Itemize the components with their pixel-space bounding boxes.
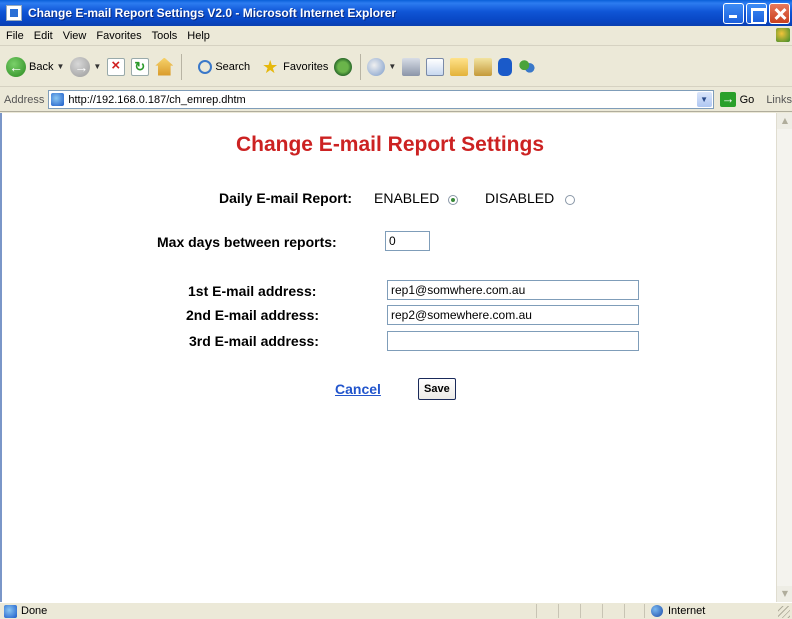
status-panel bbox=[602, 604, 624, 618]
back-label: Back bbox=[29, 60, 54, 73]
search-icon bbox=[198, 59, 213, 74]
page-content: Change E-mail Report Settings Daily E-ma… bbox=[0, 113, 776, 602]
status-panel bbox=[536, 604, 558, 618]
address-bar: Address http://192.168.0.187/ch_emrep.dh… bbox=[0, 88, 792, 112]
menu-favorites[interactable]: Favorites bbox=[91, 30, 146, 42]
messenger-icon[interactable] bbox=[518, 57, 537, 76]
enabled-label: ENABLED bbox=[374, 190, 440, 206]
security-zone: Internet bbox=[644, 604, 705, 618]
enabled-radio[interactable] bbox=[448, 195, 458, 205]
status-panels bbox=[536, 604, 646, 618]
menu-help[interactable]: Help bbox=[182, 30, 215, 42]
status-page-icon bbox=[4, 604, 17, 618]
window-controls bbox=[723, 3, 790, 24]
window-title: Change E-mail Report Settings V2.0 - Mic… bbox=[28, 6, 397, 20]
address-url[interactable]: http://192.168.0.187/ch_emrep.dhtm bbox=[68, 94, 245, 106]
minimize-button[interactable] bbox=[723, 3, 744, 24]
email-1-label: 1st E-mail address: bbox=[188, 283, 317, 299]
print-icon[interactable] bbox=[402, 57, 421, 76]
internet-globe-icon bbox=[651, 605, 663, 617]
browser-window: Change E-mail Report Settings V2.0 - Mic… bbox=[0, 0, 792, 619]
maximize-button[interactable] bbox=[746, 3, 767, 24]
stop-icon[interactable] bbox=[107, 57, 126, 76]
forward-dropdown-icon[interactable]: ▼ bbox=[93, 62, 101, 71]
status-panel bbox=[624, 604, 646, 618]
email-3-label: 3rd E-mail address: bbox=[189, 333, 319, 349]
edit-icon[interactable] bbox=[426, 57, 445, 76]
title-bar: Change E-mail Report Settings V2.0 - Mic… bbox=[0, 0, 792, 26]
cancel-link[interactable]: Cancel bbox=[335, 381, 381, 397]
max-days-label: Max days between reports: bbox=[157, 234, 337, 250]
email-3-input[interactable] bbox=[387, 331, 639, 351]
toolbar-separator bbox=[181, 53, 183, 80]
save-button[interactable]: Save bbox=[418, 378, 456, 400]
disabled-label: DISABLED bbox=[485, 190, 555, 206]
email-2-label: 2nd E-mail address: bbox=[186, 307, 320, 323]
back-dropdown-icon[interactable]: ▼ bbox=[56, 62, 64, 71]
refresh-icon[interactable] bbox=[131, 57, 150, 76]
scroll-up-icon[interactable]: ▲ bbox=[777, 113, 792, 129]
page-title: Change E-mail Report Settings bbox=[235, 133, 545, 156]
scroll-down-icon[interactable]: ▼ bbox=[777, 586, 792, 602]
mail-icon[interactable] bbox=[367, 57, 386, 76]
status-panel bbox=[580, 604, 602, 618]
home-icon[interactable] bbox=[155, 57, 174, 76]
zone-text: Internet bbox=[668, 605, 706, 617]
research-icon[interactable] bbox=[474, 57, 493, 76]
back-button[interactable]: Back ▼ bbox=[6, 53, 64, 81]
daily-report-label: Daily E-mail Report: bbox=[219, 190, 353, 206]
media-icon[interactable] bbox=[334, 57, 353, 76]
address-dropdown-icon[interactable]: ▼ bbox=[696, 92, 712, 107]
toolbar-separator bbox=[360, 53, 362, 80]
status-panel bbox=[558, 604, 580, 618]
email-1-input[interactable]: rep1@somwhere.com.au bbox=[387, 280, 639, 300]
disabled-radio[interactable] bbox=[565, 195, 575, 205]
max-days-input[interactable]: 0 bbox=[385, 231, 430, 251]
ie-page-icon bbox=[6, 5, 22, 21]
resize-grip-icon[interactable] bbox=[778, 606, 790, 618]
menu-tools[interactable]: Tools bbox=[147, 30, 183, 42]
search-label: Search bbox=[215, 60, 251, 73]
page-icon bbox=[51, 93, 65, 106]
go-button[interactable]: Go bbox=[719, 91, 755, 107]
go-arrow-icon bbox=[719, 91, 736, 107]
address-label: Address bbox=[4, 93, 45, 106]
menu-edit[interactable]: Edit bbox=[29, 30, 58, 42]
menu-bar: File Edit View Favorites Tools Help bbox=[0, 26, 792, 46]
folder-icon[interactable] bbox=[450, 57, 469, 76]
status-bar: Done Internet bbox=[0, 602, 792, 619]
favorites-label: Favorites bbox=[283, 60, 329, 73]
status-text: Done bbox=[21, 605, 48, 617]
address-input[interactable]: http://192.168.0.187/ch_emrep.dhtm ▼ bbox=[48, 90, 714, 109]
search-button[interactable]: Search bbox=[188, 53, 250, 81]
email-2-input[interactable]: rep2@somewhere.com.au bbox=[387, 305, 639, 325]
bluetooth-icon[interactable] bbox=[498, 57, 513, 76]
back-icon bbox=[6, 56, 26, 77]
mail-dropdown-icon[interactable]: ▼ bbox=[388, 62, 396, 71]
close-button[interactable] bbox=[769, 3, 790, 24]
windows-flag-icon bbox=[776, 28, 790, 42]
go-label: Go bbox=[739, 93, 755, 106]
favorites-button[interactable]: ★ Favorites bbox=[256, 53, 328, 81]
favorites-star-icon: ★ bbox=[262, 56, 279, 77]
forward-button[interactable]: ▼ bbox=[70, 53, 101, 81]
menu-file[interactable]: File bbox=[0, 30, 29, 42]
links-button[interactable]: Links bbox=[766, 94, 792, 106]
vertical-scrollbar[interactable]: ▲ ▼ bbox=[776, 113, 792, 602]
forward-icon bbox=[70, 56, 91, 77]
menu-view[interactable]: View bbox=[58, 30, 92, 42]
toolbar: Back ▼ ▼ Search ★ Favorites ▼ bbox=[0, 47, 792, 87]
